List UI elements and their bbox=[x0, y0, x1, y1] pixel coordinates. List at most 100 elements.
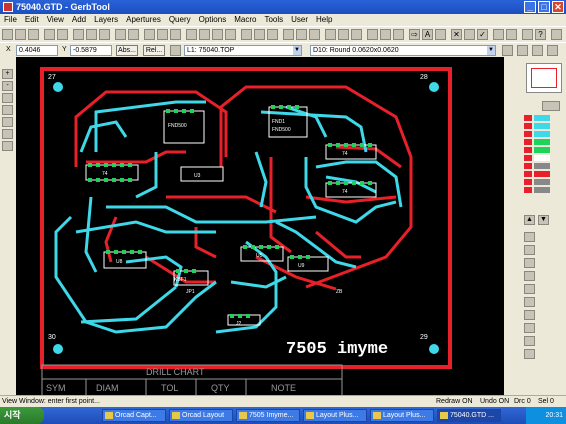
layer-up-icon[interactable]: ▲ bbox=[524, 215, 535, 225]
grid-icon[interactable] bbox=[241, 29, 252, 40]
zoom-all-icon[interactable] bbox=[2, 105, 13, 115]
y-coordinate-field[interactable]: -0.5879 bbox=[70, 45, 112, 56]
layer-props-icon[interactable] bbox=[542, 101, 560, 111]
pick-point-icon[interactable] bbox=[170, 45, 181, 56]
drill-col-qty: QTY bbox=[211, 383, 230, 393]
paste-icon[interactable] bbox=[99, 29, 110, 40]
text-tool-icon[interactable]: A bbox=[422, 29, 433, 40]
menu-query[interactable]: Query bbox=[169, 14, 191, 26]
arrow-right-icon[interactable]: ⇨ bbox=[409, 29, 420, 40]
check-icon[interactable]: ✓ bbox=[477, 29, 488, 40]
move-icon[interactable] bbox=[325, 29, 336, 40]
print-preview-icon[interactable] bbox=[57, 29, 68, 40]
aperture-icon[interactable] bbox=[267, 29, 278, 40]
zoom-fit-icon[interactable] bbox=[170, 29, 181, 40]
y-label: Y bbox=[62, 46, 67, 53]
tool-icon[interactable] bbox=[524, 271, 535, 281]
help-icon[interactable]: ? bbox=[535, 29, 546, 40]
properties-icon[interactable] bbox=[522, 29, 533, 40]
redo-icon[interactable] bbox=[128, 29, 139, 40]
panel-icon[interactable] bbox=[367, 29, 378, 40]
tool-icon[interactable] bbox=[524, 232, 535, 242]
tool-icon[interactable] bbox=[524, 245, 535, 255]
layer-select[interactable]: L1: 75040.TOP ▼ bbox=[184, 45, 302, 56]
menu-file[interactable]: File bbox=[4, 14, 17, 26]
new-file-icon[interactable] bbox=[2, 29, 13, 40]
tool-icon[interactable] bbox=[524, 310, 535, 320]
start-button[interactable]: 시작 bbox=[0, 407, 44, 424]
flash-tool-icon[interactable] bbox=[212, 29, 223, 40]
zoom-out-icon[interactable] bbox=[157, 29, 168, 40]
zoom-out-icon[interactable]: - bbox=[2, 81, 13, 91]
corner-tool-icon[interactable] bbox=[532, 45, 543, 56]
menu-layers[interactable]: Layers bbox=[94, 14, 118, 26]
compare-icon[interactable] bbox=[393, 29, 404, 40]
settings-icon[interactable] bbox=[506, 29, 517, 40]
zoom-in-icon[interactable] bbox=[144, 29, 155, 40]
layer-icon[interactable] bbox=[254, 29, 265, 40]
app-icon bbox=[239, 412, 247, 419]
maximize-button[interactable]: □ bbox=[538, 1, 550, 13]
menu-add[interactable]: Add bbox=[72, 14, 86, 26]
undo-icon[interactable] bbox=[115, 29, 126, 40]
menu-tools[interactable]: Tools bbox=[264, 14, 283, 26]
layer-select-value: L1: 75040.TOP bbox=[187, 47, 235, 54]
pan-icon[interactable] bbox=[2, 141, 13, 151]
corner-tool-2-icon[interactable] bbox=[547, 45, 558, 56]
task-orcad-layout[interactable]: Orcad Layout bbox=[169, 409, 233, 422]
minimize-button[interactable]: _ bbox=[524, 1, 536, 13]
absolute-button[interactable]: Abs... bbox=[116, 45, 138, 56]
task-orcad-capture[interactable]: Orcad Capt... bbox=[102, 409, 166, 422]
tool-icon[interactable] bbox=[524, 297, 535, 307]
delete-icon[interactable]: ✕ bbox=[451, 29, 462, 40]
print-icon[interactable] bbox=[44, 29, 55, 40]
tool-icon[interactable] bbox=[524, 284, 535, 294]
tool-icon[interactable] bbox=[524, 323, 535, 333]
component-label: J2 bbox=[236, 321, 242, 327]
zoom-extents-icon[interactable] bbox=[2, 129, 13, 139]
open-file-icon[interactable] bbox=[15, 29, 26, 40]
pcb-canvas[interactable]: 27 28 30 29 FND500 FND1 FND500 74 74 74 … bbox=[16, 57, 504, 395]
netlist-icon[interactable] bbox=[380, 29, 391, 40]
layer-down-icon[interactable]: ▼ bbox=[538, 215, 549, 225]
color-icon[interactable] bbox=[493, 29, 504, 40]
select-icon[interactable] bbox=[464, 29, 475, 40]
tool-icon[interactable] bbox=[524, 349, 535, 359]
rotate-icon[interactable] bbox=[338, 29, 349, 40]
aperture-select[interactable]: D10: Round 0.0620x0.0620 ▼ bbox=[310, 45, 496, 56]
task-layout-plus-2[interactable]: Layout Plus... bbox=[370, 409, 434, 422]
menu-apertures[interactable]: Apertures bbox=[126, 14, 161, 26]
x-coordinate-field[interactable]: 0.4046 bbox=[16, 45, 58, 56]
save-icon[interactable] bbox=[28, 29, 39, 40]
overview-window[interactable] bbox=[526, 63, 562, 93]
find-icon[interactable] bbox=[435, 29, 446, 40]
mirror-icon[interactable] bbox=[351, 29, 362, 40]
menu-macro[interactable]: Macro bbox=[234, 14, 256, 26]
pad-tool-icon[interactable] bbox=[186, 29, 197, 40]
task-layout-plus-1[interactable]: Layout Plus... bbox=[303, 409, 367, 422]
tool-icon[interactable] bbox=[524, 258, 535, 268]
menu-options[interactable]: Options bbox=[199, 14, 227, 26]
via-tool-icon[interactable] bbox=[225, 29, 236, 40]
close-button[interactable]: ✕ bbox=[552, 1, 564, 13]
zoom-window-icon[interactable] bbox=[2, 93, 13, 103]
menu-edit[interactable]: Edit bbox=[25, 14, 39, 26]
zoom-in-icon[interactable]: + bbox=[2, 69, 13, 79]
menu-help[interactable]: Help bbox=[316, 14, 332, 26]
snap-icon[interactable] bbox=[517, 45, 528, 56]
menu-view[interactable]: View bbox=[47, 14, 64, 26]
menu-user[interactable]: User bbox=[291, 14, 308, 26]
measure-icon[interactable] bbox=[283, 29, 294, 40]
query-icon[interactable] bbox=[296, 29, 307, 40]
zoom-previous-icon[interactable] bbox=[2, 117, 13, 127]
tool-icon[interactable] bbox=[524, 336, 535, 346]
exit-icon[interactable] bbox=[551, 29, 562, 40]
task-gerbtool[interactable]: 75040.GTD ... bbox=[437, 409, 501, 422]
copy-icon[interactable] bbox=[86, 29, 97, 40]
drc-icon[interactable] bbox=[309, 29, 320, 40]
relative-button[interactable]: Rel... bbox=[143, 45, 165, 56]
task-7505-imyme[interactable]: 7505 Imyme... bbox=[236, 409, 300, 422]
grid-toggle-icon[interactable] bbox=[502, 45, 513, 56]
cut-icon[interactable] bbox=[73, 29, 84, 40]
trace-tool-icon[interactable] bbox=[199, 29, 210, 40]
